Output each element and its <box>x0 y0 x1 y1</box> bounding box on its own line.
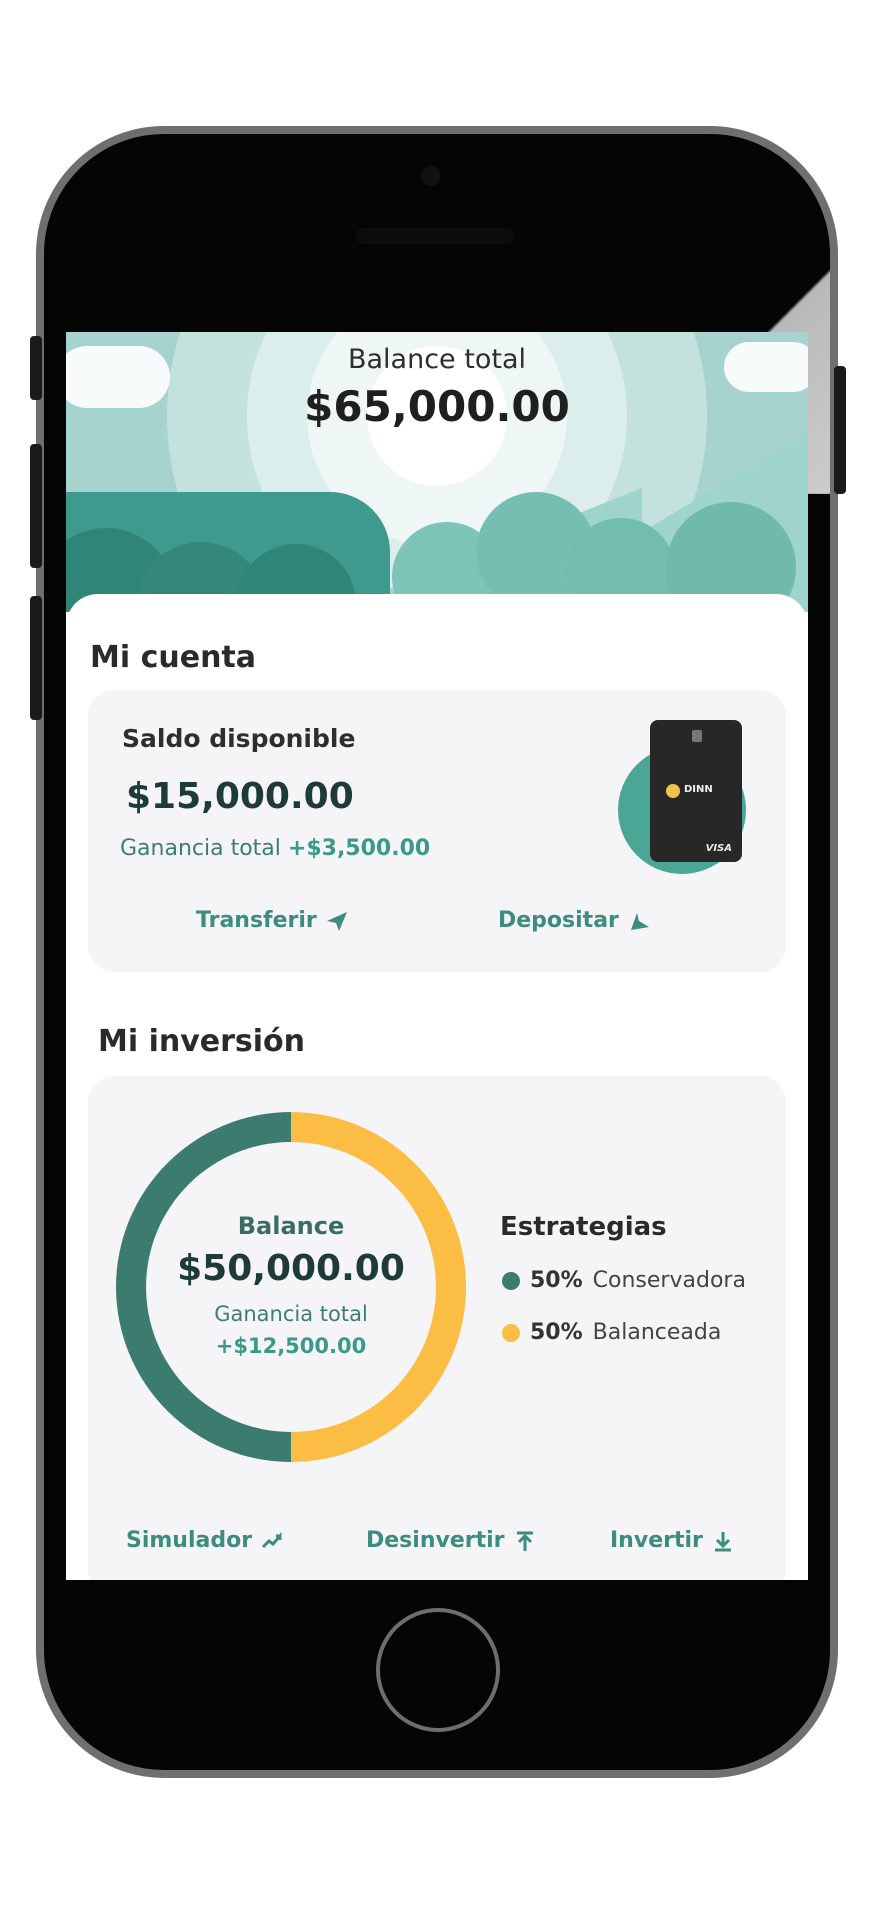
send-icon <box>326 911 347 931</box>
available-balance-label: Saldo disponible <box>122 724 356 753</box>
legend-percent: 50% <box>530 1268 583 1293</box>
withdraw-icon <box>516 1531 533 1551</box>
volume-up-button <box>30 444 42 568</box>
volume-down-button <box>30 596 42 720</box>
app-screen: Balance total $65,000.00 Mi cuenta Saldo… <box>66 332 808 1580</box>
simulator-button-label: Simulador <box>126 1528 253 1553</box>
legend-item-balanceada: 50% Balanceada <box>502 1320 721 1345</box>
legend-item-conservadora: 50% Conservadora <box>502 1268 746 1293</box>
home-button[interactable] <box>376 1608 500 1732</box>
invest-button-label: Invertir <box>610 1528 703 1553</box>
my-account-title: Mi cuenta <box>90 640 257 675</box>
hero-banner: Balance total $65,000.00 <box>66 332 808 612</box>
account-gain-label: Ganancia total <box>120 836 281 861</box>
account-gain-line: Ganancia total +$3,500.00 <box>120 836 430 861</box>
donut-balance-label: Balance <box>237 1212 345 1240</box>
deposit-button[interactable]: Depositar <box>498 908 651 933</box>
deposit-button-label: Depositar <box>498 908 619 933</box>
legend-percent: 50% <box>530 1320 583 1345</box>
card-logo-icon <box>666 784 680 798</box>
legend-dot-balanceada <box>502 1323 520 1342</box>
trend-icon <box>262 1531 282 1548</box>
strategies-title: Estrategias <box>500 1212 667 1242</box>
download-icon <box>714 1531 731 1551</box>
transfer-button-label: Transferir <box>196 908 317 933</box>
account-gain-value: +$3,500.00 <box>287 836 431 861</box>
my-investment-title: Mi inversión <box>98 1024 306 1059</box>
legend-dot-conservadora <box>502 1271 520 1290</box>
donut-balance-amount: $50,000.00 <box>177 1248 405 1289</box>
front-camera <box>421 166 441 186</box>
transfer-button[interactable]: Transferir <box>196 908 349 933</box>
card-brand-text: DINN <box>684 784 713 795</box>
divest-button-label: Desinvertir <box>366 1528 505 1553</box>
total-balance-amount: $65,000.00 <box>304 382 570 431</box>
divest-button[interactable]: Desinvertir <box>366 1528 537 1553</box>
simulator-button[interactable]: Simulador <box>126 1528 284 1553</box>
donut-gain-label: Ganancia total <box>214 1302 368 1326</box>
mute-switch <box>30 336 42 400</box>
legend-name: Balanceada <box>592 1320 722 1345</box>
earpiece-speaker <box>356 228 514 244</box>
card-network-text: VISA <box>705 843 732 854</box>
power-button <box>834 366 846 494</box>
deposit-icon <box>630 912 649 930</box>
card-chip-icon <box>692 730 702 742</box>
available-balance-amount: $15,000.00 <box>126 776 354 817</box>
legend-name: Conservadora <box>592 1268 746 1293</box>
investment-donut-chart: Balance $50,000.00 Ganancia total +$12,5… <box>110 1106 472 1468</box>
total-balance-label: Balance total <box>347 344 526 375</box>
invest-button[interactable]: Invertir <box>610 1528 735 1553</box>
donut-gain-value: +$12,500.00 <box>215 1334 367 1358</box>
credit-card-image: DINN VISA <box>650 720 742 862</box>
